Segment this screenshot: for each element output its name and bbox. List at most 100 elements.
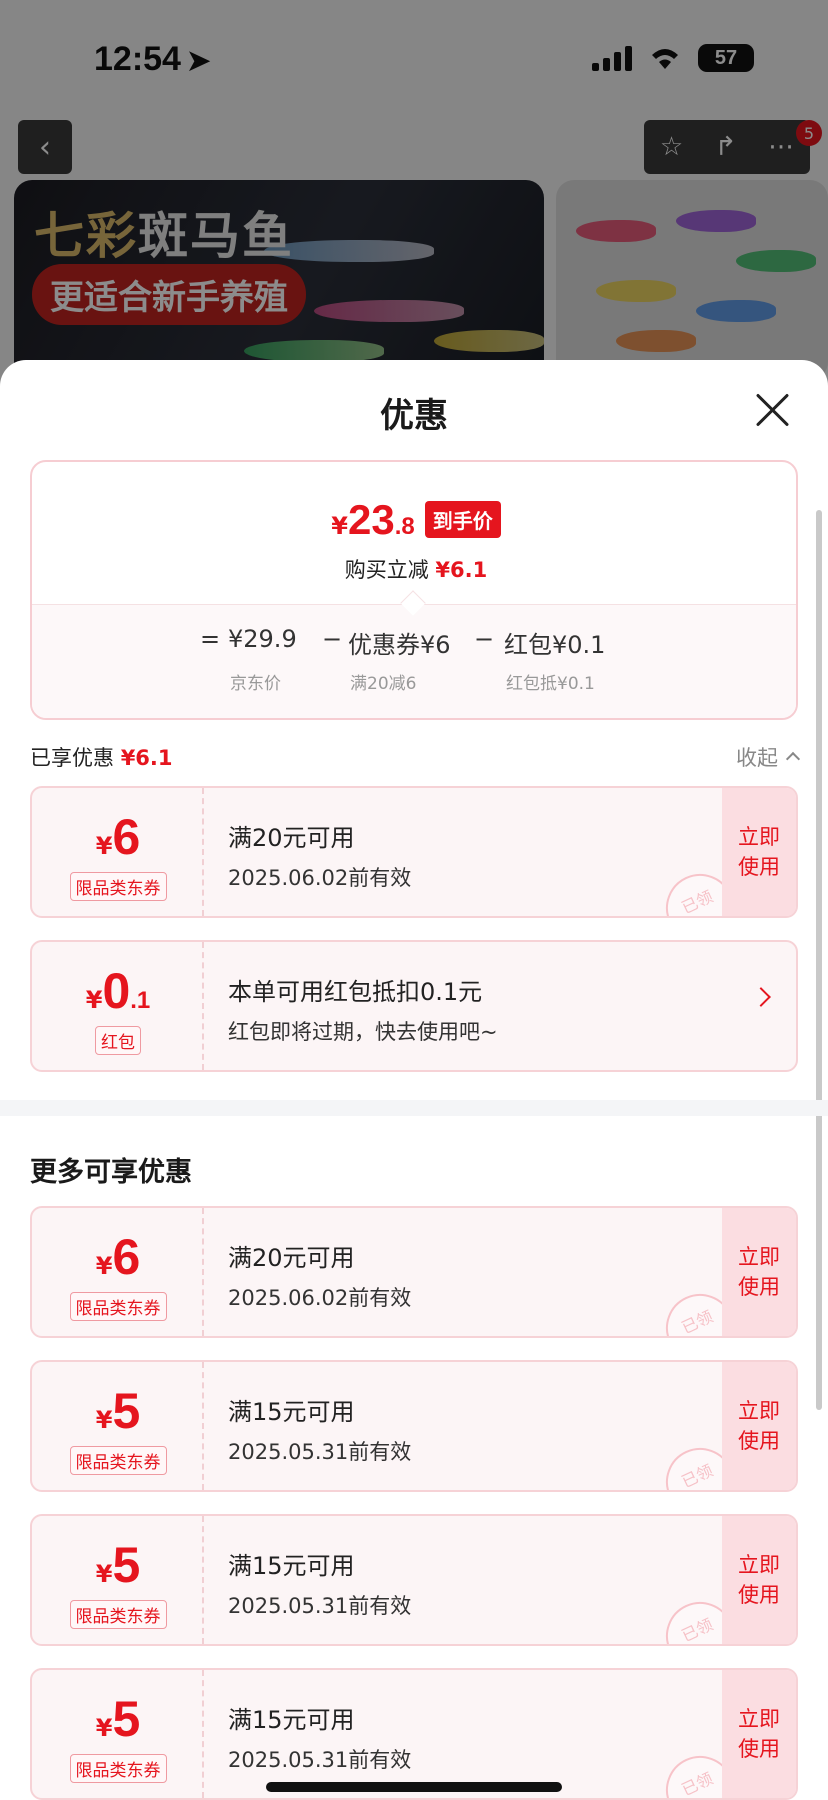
- coupon-condition: 满20元可用: [228, 1244, 355, 1272]
- enjoyed-discount-label: 已享优惠 ¥6.1: [30, 742, 173, 772]
- formula-jd-price: ¥29.9: [228, 625, 297, 653]
- final-price-currency: ¥: [331, 512, 348, 540]
- formula-redpacket: 红包¥0.1: [504, 631, 606, 659]
- coupon-amount: ¥5: [32, 1536, 204, 1594]
- modal-overlay[interactable]: [0, 0, 828, 400]
- use-now-button[interactable]: 立即使用: [722, 1208, 796, 1336]
- more-discounts-title: 更多可享优惠: [30, 1157, 192, 1188]
- coupon-details: 本单可用红包抵扣0.1元 红包即将过期，快去使用吧~: [228, 942, 688, 1070]
- coupon-expiry: 2025.06.02前有效: [228, 866, 412, 890]
- claimed-stamp-text: 已领: [678, 1768, 716, 1800]
- coupon-value-area: ¥6 限品类东券: [32, 788, 204, 916]
- use-now-button[interactable]: 立即使用: [722, 1516, 796, 1644]
- coupon-amount-value: 6: [112, 809, 141, 865]
- coupon-currency: ¥: [95, 1406, 113, 1434]
- coupon-amount-value: 5: [112, 1383, 141, 1439]
- coupon-currency: ¥: [95, 832, 113, 860]
- coupon-expiry: 2025.05.31前有效: [228, 1594, 412, 1618]
- instant-reduction: 购买立减 ¥6.1: [32, 554, 800, 584]
- coupon-type-label: 限品类东券: [69, 872, 167, 901]
- coupon-currency: ¥: [95, 1560, 113, 1588]
- coupon-details: 满15元可用 2025.05.31前有效: [228, 1670, 688, 1798]
- use-now-button[interactable]: 立即使用: [722, 788, 796, 916]
- chevron-right-icon[interactable]: [751, 987, 771, 1007]
- coupon-amount: ¥6: [32, 1228, 204, 1286]
- coupon-value-area: ¥0.1 红包: [32, 942, 204, 1070]
- use-now-label: 立即使用: [738, 1399, 780, 1453]
- final-price-integer: 23: [347, 496, 395, 543]
- coupon-details: 满20元可用 2025.06.02前有效: [228, 788, 688, 916]
- price-summary-card: ¥ 23 .8 到手价 购买立减 ¥6.1 = ¥29.9 − 优惠券¥6 − …: [30, 460, 798, 720]
- coupon-card[interactable]: ¥6 限品类东券 满20元可用 2025.06.02前有效 已领 立即使用: [30, 1206, 798, 1338]
- use-now-label: 立即使用: [738, 825, 780, 879]
- collapse-toggle[interactable]: 收起: [736, 742, 801, 772]
- jd-price-label: 京东价: [230, 674, 281, 694]
- coupon-value-area: ¥6 限品类东券: [32, 1208, 204, 1336]
- sheet-title: 优惠: [380, 396, 448, 436]
- coupon-expiry: 2025.06.02前有效: [228, 1286, 412, 1310]
- coupon-type-label: 红包: [95, 1026, 141, 1055]
- claimed-stamp-text: 已领: [678, 1614, 716, 1646]
- redpacket-description: 本单可用红包抵扣0.1元: [228, 978, 483, 1006]
- coupon-card[interactable]: ¥5 限品类东券 满15元可用 2025.05.31前有效 已领 立即使用: [30, 1514, 798, 1646]
- coupon-amount: ¥5: [32, 1382, 204, 1440]
- coupon-condition: 满15元可用: [228, 1552, 355, 1580]
- coupon-details: 满15元可用 2025.05.31前有效: [228, 1362, 688, 1490]
- close-button[interactable]: [752, 390, 792, 430]
- coupon-card[interactable]: ¥5 限品类东券 满15元可用 2025.05.31前有效 已领 立即使用: [30, 1360, 798, 1492]
- claimed-stamp-text: 已领: [678, 886, 716, 918]
- coupon-amount-value: 5: [112, 1537, 141, 1593]
- claimed-stamp-text: 已领: [678, 1460, 716, 1492]
- redpacket-card[interactable]: ¥0.1 红包 本单可用红包抵扣0.1元 红包即将过期，快去使用吧~: [30, 940, 798, 1072]
- coupon-amount-decimal: .1: [130, 987, 151, 1014]
- coupon-amount-value: 5: [112, 1691, 141, 1747]
- final-price-decimal: .8: [394, 513, 415, 540]
- coupon-type: 限品类东券: [32, 1292, 204, 1321]
- discount-sheet: 优惠 ¥ 23 .8 到手价 购买立减 ¥6.1 = ¥29.9 − 优惠券¥6…: [0, 360, 828, 1800]
- coupon-amount: ¥0.1: [32, 962, 204, 1020]
- enjoyed-value: ¥6.1: [120, 746, 173, 770]
- chevron-up-icon: [785, 751, 801, 767]
- coupon-currency: ¥: [95, 1714, 113, 1742]
- redpacket-label: 红包抵¥0.1: [506, 674, 595, 694]
- formula-coupon: 优惠券¥6: [348, 631, 451, 659]
- home-indicator[interactable]: [266, 1782, 562, 1792]
- coupon-type-label: 限品类东券: [69, 1446, 167, 1475]
- formula-equals: =: [200, 625, 221, 653]
- formula-minus: −: [474, 625, 495, 653]
- coupon-type: 红包: [32, 1026, 204, 1055]
- coupon-condition: 满15元可用: [228, 1398, 355, 1426]
- coupon-currency: ¥: [95, 1252, 113, 1280]
- coupon-details: 满20元可用 2025.06.02前有效: [228, 1208, 688, 1336]
- scrollbar[interactable]: [816, 510, 822, 1410]
- section-separator: [0, 1100, 828, 1116]
- instant-reduction-label: 购买立减: [344, 558, 429, 582]
- coupon-amount: ¥6: [32, 808, 204, 866]
- coupon-type-label: 限品类东券: [69, 1600, 167, 1629]
- use-now-button[interactable]: 立即使用: [722, 1362, 796, 1490]
- claimed-stamp-text: 已领: [678, 1306, 716, 1338]
- final-price-tag: 到手价: [424, 501, 501, 538]
- coupon-type: 限品类东券: [32, 1600, 204, 1629]
- coupon-rule-label: 满20减6: [350, 674, 417, 694]
- coupon-expiry: 2025.05.31前有效: [228, 1440, 412, 1464]
- coupon-expiry: 2025.05.31前有效: [228, 1748, 412, 1772]
- coupon-card[interactable]: ¥5 限品类东券 满15元可用 2025.05.31前有效 已领 立即使用: [30, 1668, 798, 1800]
- coupon-condition: 满15元可用: [228, 1706, 355, 1734]
- coupon-type: 限品类东券: [32, 1754, 204, 1783]
- redpacket-reminder: 红包即将过期，快去使用吧~: [228, 1020, 498, 1044]
- final-price: ¥ 23 .8 到手价: [32, 496, 800, 544]
- enjoyed-discount-header: 已享优惠 ¥6.1 收起: [30, 738, 801, 774]
- coupon-currency: ¥: [85, 986, 103, 1014]
- use-now-button[interactable]: 立即使用: [722, 1670, 796, 1798]
- price-formula: = ¥29.9 − 优惠券¥6 − 红包¥0.1 京东价 满20减6 红包抵¥0…: [32, 605, 796, 718]
- coupon-type: 限品类东券: [32, 1446, 204, 1475]
- coupon-amount-value: 0: [102, 963, 131, 1019]
- coupon-amount: ¥5: [32, 1690, 204, 1748]
- coupon-type-label: 限品类东券: [69, 1292, 167, 1321]
- use-now-label: 立即使用: [738, 1245, 780, 1299]
- coupon-card[interactable]: ¥6 限品类东券 满20元可用 2025.06.02前有效 已领 立即使用: [30, 786, 798, 918]
- collapse-label: 收起: [736, 746, 778, 770]
- coupon-type-label: 限品类东券: [69, 1754, 167, 1783]
- coupon-details: 满15元可用 2025.05.31前有效: [228, 1516, 688, 1644]
